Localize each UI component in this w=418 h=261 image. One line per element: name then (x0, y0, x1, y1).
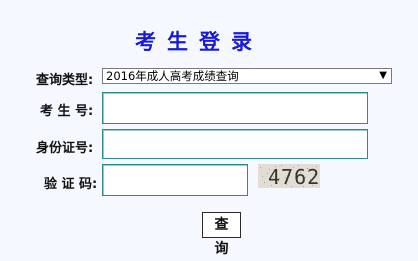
query-type-selected-value: 2016年成人高考成绩查询 (106, 69, 239, 83)
captcha-image[interactable]: 4762 (258, 164, 320, 188)
captcha-label: 验 证 码: (44, 177, 98, 192)
captcha-code: 4762 (268, 165, 320, 188)
candidate-number-label: 考 生 号: (40, 104, 94, 119)
query-button[interactable]: 查 询 (202, 212, 241, 257)
id-number-input[interactable] (102, 129, 368, 159)
captcha-input[interactable] (102, 164, 248, 196)
dropdown-arrow-icon: ▼ (379, 70, 387, 81)
id-number-label: 身份证号: (36, 141, 94, 156)
page-title: 考生登录 (135, 30, 263, 54)
query-type-label: 查询类型: (36, 73, 94, 88)
query-type-select[interactable]: 2016年成人高考成绩查询 ▼ (102, 68, 392, 84)
candidate-number-input[interactable] (102, 92, 368, 124)
